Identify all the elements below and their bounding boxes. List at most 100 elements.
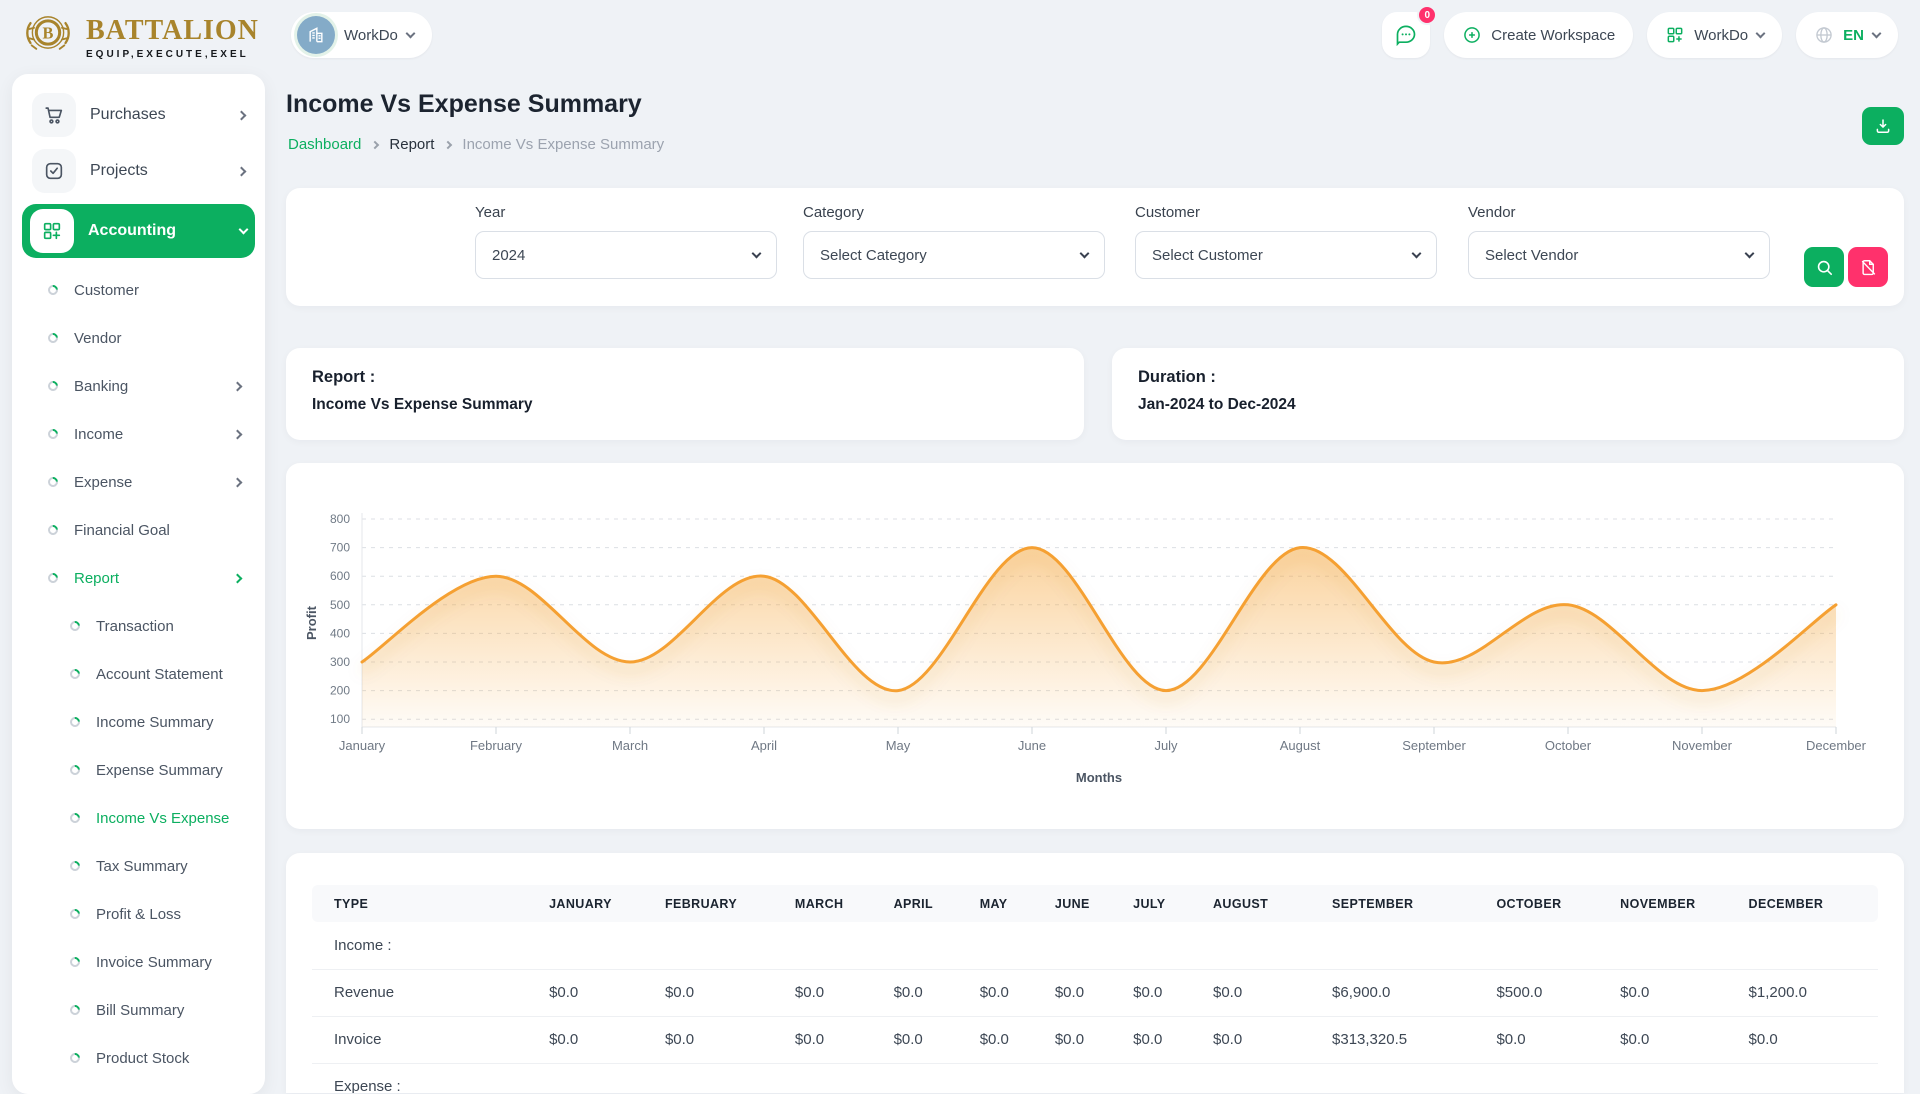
sidebar-item-income-vs-expense[interactable]: Income Vs Expense — [12, 794, 265, 842]
bullet-icon — [68, 667, 82, 681]
svg-text:300: 300 — [330, 655, 350, 669]
chevron-down-icon — [405, 28, 415, 38]
svg-text:700: 700 — [330, 541, 350, 555]
sidebar-item-bill-summary[interactable]: Bill Summary — [12, 986, 265, 1034]
column-header-january: JANUARY — [539, 885, 655, 922]
sidebar-item-income[interactable]: Income — [12, 410, 265, 458]
cell-value: $6,900.0 — [1322, 969, 1486, 1016]
tasks-icon — [32, 149, 76, 193]
file-slash-icon — [1859, 258, 1878, 277]
svg-text:October: October — [1545, 738, 1592, 753]
sidebar-item-product-stock[interactable]: Product Stock — [12, 1034, 265, 1082]
sidebar-item-banking[interactable]: Banking — [12, 362, 265, 410]
sidebar-item-label: Financial Goal — [74, 522, 241, 539]
chevron-right-icon — [233, 573, 243, 583]
cell-value: $0.0 — [1123, 969, 1203, 1016]
create-workspace-button[interactable]: Create Workspace — [1444, 12, 1633, 58]
sidebar-item-account-statement[interactable]: Account Statement — [12, 650, 265, 698]
sidebar-item-cash-flow[interactable]: Cash Flow — [12, 1082, 265, 1094]
table-section-row-income: Income : — [312, 922, 1878, 969]
sidebar-item-report[interactable]: Report — [12, 554, 265, 602]
table-section-row-expense: Expense : — [312, 1063, 1878, 1093]
sidebar-item-label: Product Stock — [96, 1050, 241, 1067]
accounting-icon — [30, 209, 74, 253]
search-icon — [1815, 258, 1834, 277]
cell-value: $0.0 — [1610, 969, 1738, 1016]
chevron-right-icon — [237, 166, 247, 176]
vendor-filter: Vendor Select Vendor — [1468, 204, 1770, 279]
sidebar-item-label: Projects — [90, 162, 224, 180]
svg-text:800: 800 — [330, 512, 350, 526]
category-select[interactable]: Select Category — [803, 231, 1105, 279]
sidebar-item-label: Report — [74, 570, 218, 587]
column-header-type: TYPE — [312, 885, 539, 922]
column-header-december: DECEMBER — [1739, 885, 1878, 922]
sidebar-item-label: Expense Summary — [96, 762, 241, 779]
cell-value: $500.0 — [1486, 969, 1610, 1016]
bullet-icon — [46, 523, 60, 537]
chevron-right-icon — [371, 140, 379, 148]
cell-value: $313,320.5 — [1322, 1016, 1486, 1063]
create-workspace-label: Create Workspace — [1491, 27, 1615, 44]
svg-text:Months: Months — [1076, 770, 1122, 785]
sidebar-item-transaction[interactable]: Transaction — [12, 602, 265, 650]
sidebar-item-label: Profit & Loss — [96, 906, 241, 923]
apply-filter-button[interactable] — [1804, 247, 1844, 287]
vendor-select[interactable]: Select Vendor — [1468, 231, 1770, 279]
sidebar-item-invoice-summary[interactable]: Invoice Summary — [12, 938, 265, 986]
sidebar-item-projects[interactable]: Projects — [24, 146, 253, 196]
column-header-november: NOVEMBER — [1610, 885, 1738, 922]
sidebar-item-expense[interactable]: Expense — [12, 458, 265, 506]
column-header-september: SEPTEMBER — [1322, 885, 1486, 922]
bullet-icon — [68, 1003, 82, 1017]
workspace-switcher-label: WorkDo — [344, 27, 398, 44]
cell-value: $0.0 — [1045, 1016, 1123, 1063]
cell-value: $0.0 — [970, 1016, 1045, 1063]
sidebar-item-expense-summary[interactable]: Expense Summary — [12, 746, 265, 794]
bullet-icon — [46, 475, 60, 489]
breadcrumb-report[interactable]: Report — [389, 136, 434, 153]
svg-text:200: 200 — [330, 684, 350, 698]
profit-chart-card: 800700600500400300200100JanuaryFebruaryM… — [286, 463, 1904, 829]
cell-value: $0.0 — [970, 969, 1045, 1016]
workspace-switcher[interactable]: WorkDo — [291, 12, 432, 58]
chevron-right-icon — [233, 381, 243, 391]
breadcrumb-dashboard[interactable]: Dashboard — [288, 136, 361, 153]
sidebar-item-label: Income — [74, 426, 218, 443]
cell-value: $0.0 — [655, 1016, 785, 1063]
download-button[interactable] — [1862, 107, 1904, 145]
sidebar-item-customer[interactable]: Customer — [12, 266, 265, 314]
workdo-menu-button[interactable]: WorkDo — [1647, 12, 1782, 58]
section-label: Income : — [312, 922, 1878, 969]
year-filter: Year 2024 — [475, 204, 777, 279]
sidebar-item-accounting[interactable]: Accounting — [22, 204, 255, 258]
cell-value: $1,200.0 — [1739, 969, 1878, 1016]
duration-card-title: Duration : — [1138, 368, 1878, 387]
sidebar-item-profit-loss[interactable]: Profit & Loss — [12, 890, 265, 938]
sidebar-item-financial-goal[interactable]: Financial Goal — [12, 506, 265, 554]
sidebar-item-label: Expense — [74, 474, 218, 491]
sidebar-item-label: Accounting — [88, 222, 226, 240]
sidebar-item-purchases[interactable]: Purchases — [24, 90, 253, 140]
column-header-february: FEBRUARY — [655, 885, 785, 922]
svg-text:500: 500 — [330, 598, 350, 612]
svg-text:April: April — [751, 738, 777, 753]
year-select[interactable]: 2024 — [475, 231, 777, 279]
reset-filter-button[interactable] — [1848, 247, 1888, 287]
row-label: Revenue — [312, 969, 539, 1016]
customer-select[interactable]: Select Customer — [1135, 231, 1437, 279]
chevron-down-icon — [1872, 28, 1882, 38]
sidebar-nav: Purchases Projects Accounting CustomerVendo… — [12, 90, 265, 1094]
sidebar-item-vendor[interactable]: Vendor — [12, 314, 265, 362]
messages-button[interactable]: 0 — [1382, 12, 1430, 58]
sidebar-item-income-summary[interactable]: Income Summary — [12, 698, 265, 746]
category-filter: Category Select Category — [803, 204, 1105, 279]
language-button[interactable]: EN — [1796, 12, 1898, 58]
chevron-right-icon — [233, 429, 243, 439]
sidebar-item-tax-summary[interactable]: Tax Summary — [12, 842, 265, 890]
duration-card-value: Jan-2024 to Dec-2024 — [1138, 396, 1878, 414]
cell-value: $0.0 — [1610, 1016, 1738, 1063]
bullet-icon — [68, 763, 82, 777]
row-label: Invoice — [312, 1016, 539, 1063]
svg-text:June: June — [1018, 738, 1046, 753]
